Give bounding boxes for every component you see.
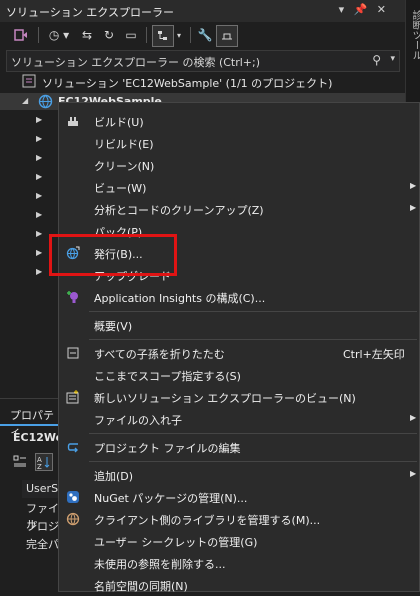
panel-title: ソリューション エクスプローラー — [6, 6, 174, 19]
menu-item-edit-project-file[interactable]: プロジェクト ファイルの編集 — [59, 436, 419, 458]
alphabetical-sort-icon[interactable]: AZ — [35, 453, 53, 471]
menu-item-rebuild[interactable]: リビルド(E) — [59, 132, 419, 154]
submenu-arrow-icon: ▶ — [410, 413, 417, 422]
tree-expander-icon[interactable]: ▶ — [36, 134, 42, 143]
refresh-icon[interactable]: ↻ — [100, 25, 118, 45]
collapse-all-icon[interactable]: ▭ — [122, 25, 140, 45]
search-icon[interactable]: ⚲ — [372, 53, 381, 67]
menu-item-collapse-descendants[interactable]: すべての子孫を折りたたむ Ctrl+左矢印 — [59, 342, 419, 364]
menu-item-clean[interactable]: クリーン(N) — [59, 154, 419, 176]
tree-expander-icon[interactable]: ▶ — [36, 210, 42, 219]
menu-item-build[interactable]: ビルド(U) — [59, 110, 419, 132]
panel-window-controls[interactable]: ▾ 📌 ✕ — [339, 3, 389, 16]
properties-grid: UserS ファイル プロジ 完全パ — [22, 480, 62, 560]
properties-tab[interactable]: プロパティ — [0, 404, 60, 438]
submenu-arrow-icon: ▶ — [410, 469, 417, 478]
tree-expander-icon[interactable]: ▶ — [36, 191, 42, 200]
menu-item-manage-user-secrets[interactable]: ユーザー シークレットの管理(G) — [59, 530, 419, 552]
search-options-chevron-icon[interactable]: ▾ — [390, 54, 395, 64]
expander-expanded-icon[interactable]: ◢ — [22, 96, 28, 105]
property-row-label[interactable]: UserS — [26, 482, 58, 495]
menu-item-scope-to-this[interactable]: ここまでスコープ指定する(S) — [59, 364, 419, 386]
submenu-arrow-icon: ▶ — [410, 203, 417, 212]
preview-selected-items-icon[interactable] — [216, 25, 238, 47]
property-row-label[interactable]: 完全パ — [26, 536, 59, 552]
solution-explorer-toolbar: ◷ ▾ ⇆ ↻ ▭ ▾ 🔧 — [0, 22, 405, 48]
client-library-globe-icon — [65, 511, 81, 527]
tree-expander-icon[interactable]: ▶ — [36, 153, 42, 162]
menu-item-manage-client-libraries[interactable]: クライアント側のライブラリを管理する(M)... — [59, 508, 419, 530]
application-insights-icon — [65, 289, 81, 305]
chevron-down-icon[interactable]: ▾ — [174, 25, 184, 45]
properties-wrench-icon[interactable]: 🔧 — [196, 25, 214, 45]
switch-views-icon[interactable] — [10, 25, 32, 45]
tree-expander-icon[interactable]: ▶ — [36, 229, 42, 238]
tree-solution-node[interactable]: ソリューション 'EC12WebSample' (1/1 のプロジェクト) — [42, 75, 332, 91]
edit-project-arrow-icon — [65, 439, 81, 455]
sync-with-active-document-icon[interactable]: ⇆ — [78, 25, 96, 45]
pending-changes-filter-icon[interactable]: ◷ ▾ — [44, 25, 74, 45]
menu-item-sync-namespaces[interactable]: 名前空間の同期(N) — [59, 574, 419, 596]
svg-text:Z: Z — [37, 463, 42, 470]
submenu-arrow-icon: ▶ — [410, 181, 417, 190]
solution-icon — [22, 74, 38, 88]
menu-item-application-insights[interactable]: Application Insights の構成(C)... — [59, 286, 419, 308]
publish-highlight-box — [49, 234, 177, 276]
show-all-files-icon[interactable] — [152, 25, 174, 47]
menu-item-file-nesting[interactable]: ファイルの入れ子 ▶ — [59, 408, 419, 430]
menu-item-add[interactable]: 追加(D) ▶ — [59, 464, 419, 486]
tree-expander-icon[interactable]: ▶ — [36, 267, 42, 276]
menu-item-overview[interactable]: 概要(V) — [59, 314, 419, 336]
tree-expander-icon[interactable]: ▶ — [36, 115, 42, 124]
menu-shortcut: Ctrl+左矢印 — [343, 348, 405, 361]
property-row-label[interactable]: プロジ — [26, 518, 59, 534]
collapse-icon — [65, 345, 81, 361]
project-context-menu: ビルド(U) リビルド(E) クリーン(N) ビュー(W) ▶ 分析とコードのク… — [58, 102, 420, 593]
tree-expander-icon[interactable]: ▶ — [36, 248, 42, 257]
build-icon — [65, 113, 81, 129]
menu-item-new-explorer-view[interactable]: 新しいソリューション エクスプローラーのビュー(N) — [59, 386, 419, 408]
search-input[interactable]: ソリューション エクスプローラー の検索 (Ctrl+;) — [11, 54, 260, 70]
search-box[interactable]: ソリューション エクスプローラー の検索 (Ctrl+;) ⚲ ▾ — [6, 50, 400, 72]
menu-item-manage-nuget[interactable]: NuGet パッケージの管理(N)... — [59, 486, 419, 508]
menu-item-remove-unused-references[interactable]: 未使用の参照を削除する... — [59, 552, 419, 574]
menu-item-view[interactable]: ビュー(W) ▶ — [59, 176, 419, 198]
nuget-icon — [65, 489, 81, 505]
categorized-view-icon[interactable] — [13, 454, 29, 470]
panel-title-bar: ソリューション エクスプローラー ▾ 📌 ✕ — [0, 0, 405, 22]
menu-item-analyze-cleanup[interactable]: 分析とコードのクリーンアップ(Z) ▶ — [59, 198, 419, 220]
tree-expander-icon[interactable]: ▶ — [36, 172, 42, 181]
web-project-globe-icon — [38, 94, 54, 109]
new-view-icon — [65, 389, 81, 405]
side-tab-label: 診断ツール — [410, 10, 420, 60]
